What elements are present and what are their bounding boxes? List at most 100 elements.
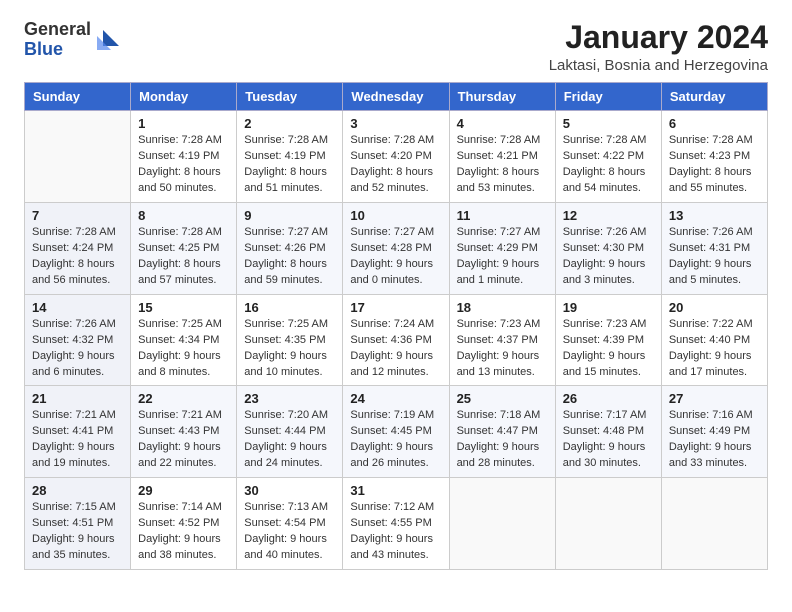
day-detail: Sunrise: 7:24 AMSunset: 4:36 PMDaylight:…	[350, 317, 441, 381]
day-cell: 17 Sunrise: 7:24 AMSunset: 4:36 PMDayligh…	[343, 294, 449, 386]
day-detail: Sunrise: 7:13 AMSunset: 4:54 PMDaylight:…	[244, 500, 335, 564]
day-number: 11	[457, 208, 548, 223]
day-detail: Sunrise: 7:25 AMSunset: 4:34 PMDaylight:…	[138, 317, 229, 381]
day-detail: Sunrise: 7:22 AMSunset: 4:40 PMDaylight:…	[669, 317, 760, 381]
day-detail: Sunrise: 7:27 AMSunset: 4:29 PMDaylight:…	[457, 225, 548, 289]
day-number: 27	[669, 391, 760, 406]
day-cell: 3 Sunrise: 7:28 AMSunset: 4:20 PMDaylight…	[343, 111, 449, 203]
logo-general: General	[24, 19, 91, 39]
day-cell: 27 Sunrise: 7:16 AMSunset: 4:49 PMDayligh…	[661, 386, 767, 478]
day-number: 13	[669, 208, 760, 223]
day-cell: 2Sunrise: 7:28 AMSunset: 4:19 PMDaylight…	[237, 111, 343, 203]
day-cell: 14 Sunrise: 7:26 AMSunset: 4:32 PMDayligh…	[25, 294, 131, 386]
day-cell: 12Sunrise: 7:26 AMSunset: 4:30 PMDayligh…	[555, 202, 661, 294]
day-number: 17	[350, 300, 441, 315]
day-number: 3	[350, 116, 441, 131]
day-number: 22	[138, 391, 229, 406]
day-number: 8	[138, 208, 229, 223]
day-detail: Sunrise: 7:28 AMSunset: 4:25 PMDaylight:…	[138, 225, 229, 289]
day-header-monday: Monday	[131, 83, 237, 111]
day-cell	[25, 111, 131, 203]
day-number: 23	[244, 391, 335, 406]
logo-blue: Blue	[24, 39, 63, 59]
subtitle: Laktasi, Bosnia and Herzegovina	[549, 57, 768, 74]
day-cell: 11 Sunrise: 7:27 AMSunset: 4:29 PMDayligh…	[449, 202, 555, 294]
day-cell: 23Sunrise: 7:20 AMSunset: 4:44 PMDayligh…	[237, 386, 343, 478]
week-row-2: 7Sunrise: 7:28 AMSunset: 4:24 PMDaylight…	[25, 202, 768, 294]
day-number: 7	[32, 208, 123, 223]
day-header-tuesday: Tuesday	[237, 83, 343, 111]
calendar-table: SundayMondayTuesdayWednesdayThursdayFrid…	[24, 82, 768, 570]
day-detail: Sunrise: 7:23 AMSunset: 4:39 PMDaylight:…	[563, 317, 654, 381]
day-number: 12	[563, 208, 654, 223]
day-detail: Sunrise: 7:18 AMSunset: 4:47 PMDaylight:…	[457, 408, 548, 472]
day-number: 20	[669, 300, 760, 315]
day-detail: Sunrise: 7:25 AMSunset: 4:35 PMDaylight:…	[244, 317, 335, 381]
day-number: 16	[244, 300, 335, 315]
day-detail: Sunrise: 7:16 AMSunset: 4:49 PMDaylight:…	[669, 408, 760, 472]
day-cell: 29Sunrise: 7:14 AMSunset: 4:52 PMDayligh…	[131, 478, 237, 570]
day-number: 4	[457, 116, 548, 131]
day-number: 31	[350, 483, 441, 498]
day-cell: 9 Sunrise: 7:27 AMSunset: 4:26 PMDaylight…	[237, 202, 343, 294]
day-cell	[555, 478, 661, 570]
title-block: January 2024 Laktasi, Bosnia and Herzego…	[549, 20, 768, 74]
day-number: 1	[138, 116, 229, 131]
day-detail: Sunrise: 7:14 AMSunset: 4:52 PMDaylight:…	[138, 500, 229, 564]
day-detail: Sunrise: 7:28 AMSunset: 4:20 PMDaylight:…	[350, 133, 441, 197]
day-number: 21	[32, 391, 123, 406]
day-headers-row: SundayMondayTuesdayWednesdayThursdayFrid…	[25, 83, 768, 111]
day-header-sunday: Sunday	[25, 83, 131, 111]
day-number: 6	[669, 116, 760, 131]
day-cell: 19Sunrise: 7:23 AMSunset: 4:39 PMDayligh…	[555, 294, 661, 386]
day-detail: Sunrise: 7:17 AMSunset: 4:48 PMDaylight:…	[563, 408, 654, 472]
day-number: 18	[457, 300, 548, 315]
day-detail: Sunrise: 7:28 AMSunset: 4:23 PMDaylight:…	[669, 133, 760, 197]
day-number: 9	[244, 208, 335, 223]
day-cell: 24Sunrise: 7:19 AMSunset: 4:45 PMDayligh…	[343, 386, 449, 478]
day-detail: Sunrise: 7:26 AMSunset: 4:32 PMDaylight:…	[32, 317, 123, 381]
day-number: 28	[32, 483, 123, 498]
day-cell: 20 Sunrise: 7:22 AMSunset: 4:40 PMDayligh…	[661, 294, 767, 386]
day-detail: Sunrise: 7:15 AMSunset: 4:51 PMDaylight:…	[32, 500, 123, 564]
day-number: 15	[138, 300, 229, 315]
day-detail: Sunrise: 7:27 AMSunset: 4:28 PMDaylight:…	[350, 225, 441, 289]
header-row: General Blue January 2024 Laktasi, Bosni…	[24, 20, 768, 74]
day-number: 5	[563, 116, 654, 131]
week-row-3: 14 Sunrise: 7:26 AMSunset: 4:32 PMDayligh…	[25, 294, 768, 386]
day-cell: 31 Sunrise: 7:12 AMSunset: 4:55 PMDayligh…	[343, 478, 449, 570]
day-cell: 4 Sunrise: 7:28 AMSunset: 4:21 PMDaylight…	[449, 111, 555, 203]
day-detail: Sunrise: 7:28 AMSunset: 4:22 PMDaylight:…	[563, 133, 654, 197]
week-row-4: 21Sunrise: 7:21 AMSunset: 4:41 PMDayligh…	[25, 386, 768, 478]
week-row-5: 28 Sunrise: 7:15 AMSunset: 4:51 PMDayligh…	[25, 478, 768, 570]
day-cell: 10 Sunrise: 7:27 AMSunset: 4:28 PMDayligh…	[343, 202, 449, 294]
day-detail: Sunrise: 7:27 AMSunset: 4:26 PMDaylight:…	[244, 225, 335, 289]
day-cell	[661, 478, 767, 570]
day-detail: Sunrise: 7:28 AMSunset: 4:21 PMDaylight:…	[457, 133, 548, 197]
day-cell: 7Sunrise: 7:28 AMSunset: 4:24 PMDaylight…	[25, 202, 131, 294]
day-number: 14	[32, 300, 123, 315]
logo-icon	[93, 26, 121, 54]
day-cell: 6 Sunrise: 7:28 AMSunset: 4:23 PMDaylight…	[661, 111, 767, 203]
day-header-saturday: Saturday	[661, 83, 767, 111]
day-cell: 28 Sunrise: 7:15 AMSunset: 4:51 PMDayligh…	[25, 478, 131, 570]
day-header-thursday: Thursday	[449, 83, 555, 111]
day-cell: 25Sunrise: 7:18 AMSunset: 4:47 PMDayligh…	[449, 386, 555, 478]
day-cell: 18 Sunrise: 7:23 AMSunset: 4:37 PMDayligh…	[449, 294, 555, 386]
logo: General Blue	[24, 20, 121, 60]
day-detail: Sunrise: 7:12 AMSunset: 4:55 PMDaylight:…	[350, 500, 441, 564]
day-cell: 15 Sunrise: 7:25 AMSunset: 4:34 PMDayligh…	[131, 294, 237, 386]
day-number: 24	[350, 391, 441, 406]
day-cell: 16 Sunrise: 7:25 AMSunset: 4:35 PMDayligh…	[237, 294, 343, 386]
day-number: 30	[244, 483, 335, 498]
day-cell: 1Sunrise: 7:28 AMSunset: 4:19 PMDaylight…	[131, 111, 237, 203]
day-number: 10	[350, 208, 441, 223]
day-detail: Sunrise: 7:26 AMSunset: 4:31 PMDaylight:…	[669, 225, 760, 289]
day-cell: 30 Sunrise: 7:13 AMSunset: 4:54 PMDayligh…	[237, 478, 343, 570]
day-cell: 8 Sunrise: 7:28 AMSunset: 4:25 PMDaylight…	[131, 202, 237, 294]
day-detail: Sunrise: 7:23 AMSunset: 4:37 PMDaylight:…	[457, 317, 548, 381]
day-number: 26	[563, 391, 654, 406]
day-cell: 13 Sunrise: 7:26 AMSunset: 4:31 PMDayligh…	[661, 202, 767, 294]
day-cell: 21Sunrise: 7:21 AMSunset: 4:41 PMDayligh…	[25, 386, 131, 478]
day-cell: 5 Sunrise: 7:28 AMSunset: 4:22 PMDaylight…	[555, 111, 661, 203]
